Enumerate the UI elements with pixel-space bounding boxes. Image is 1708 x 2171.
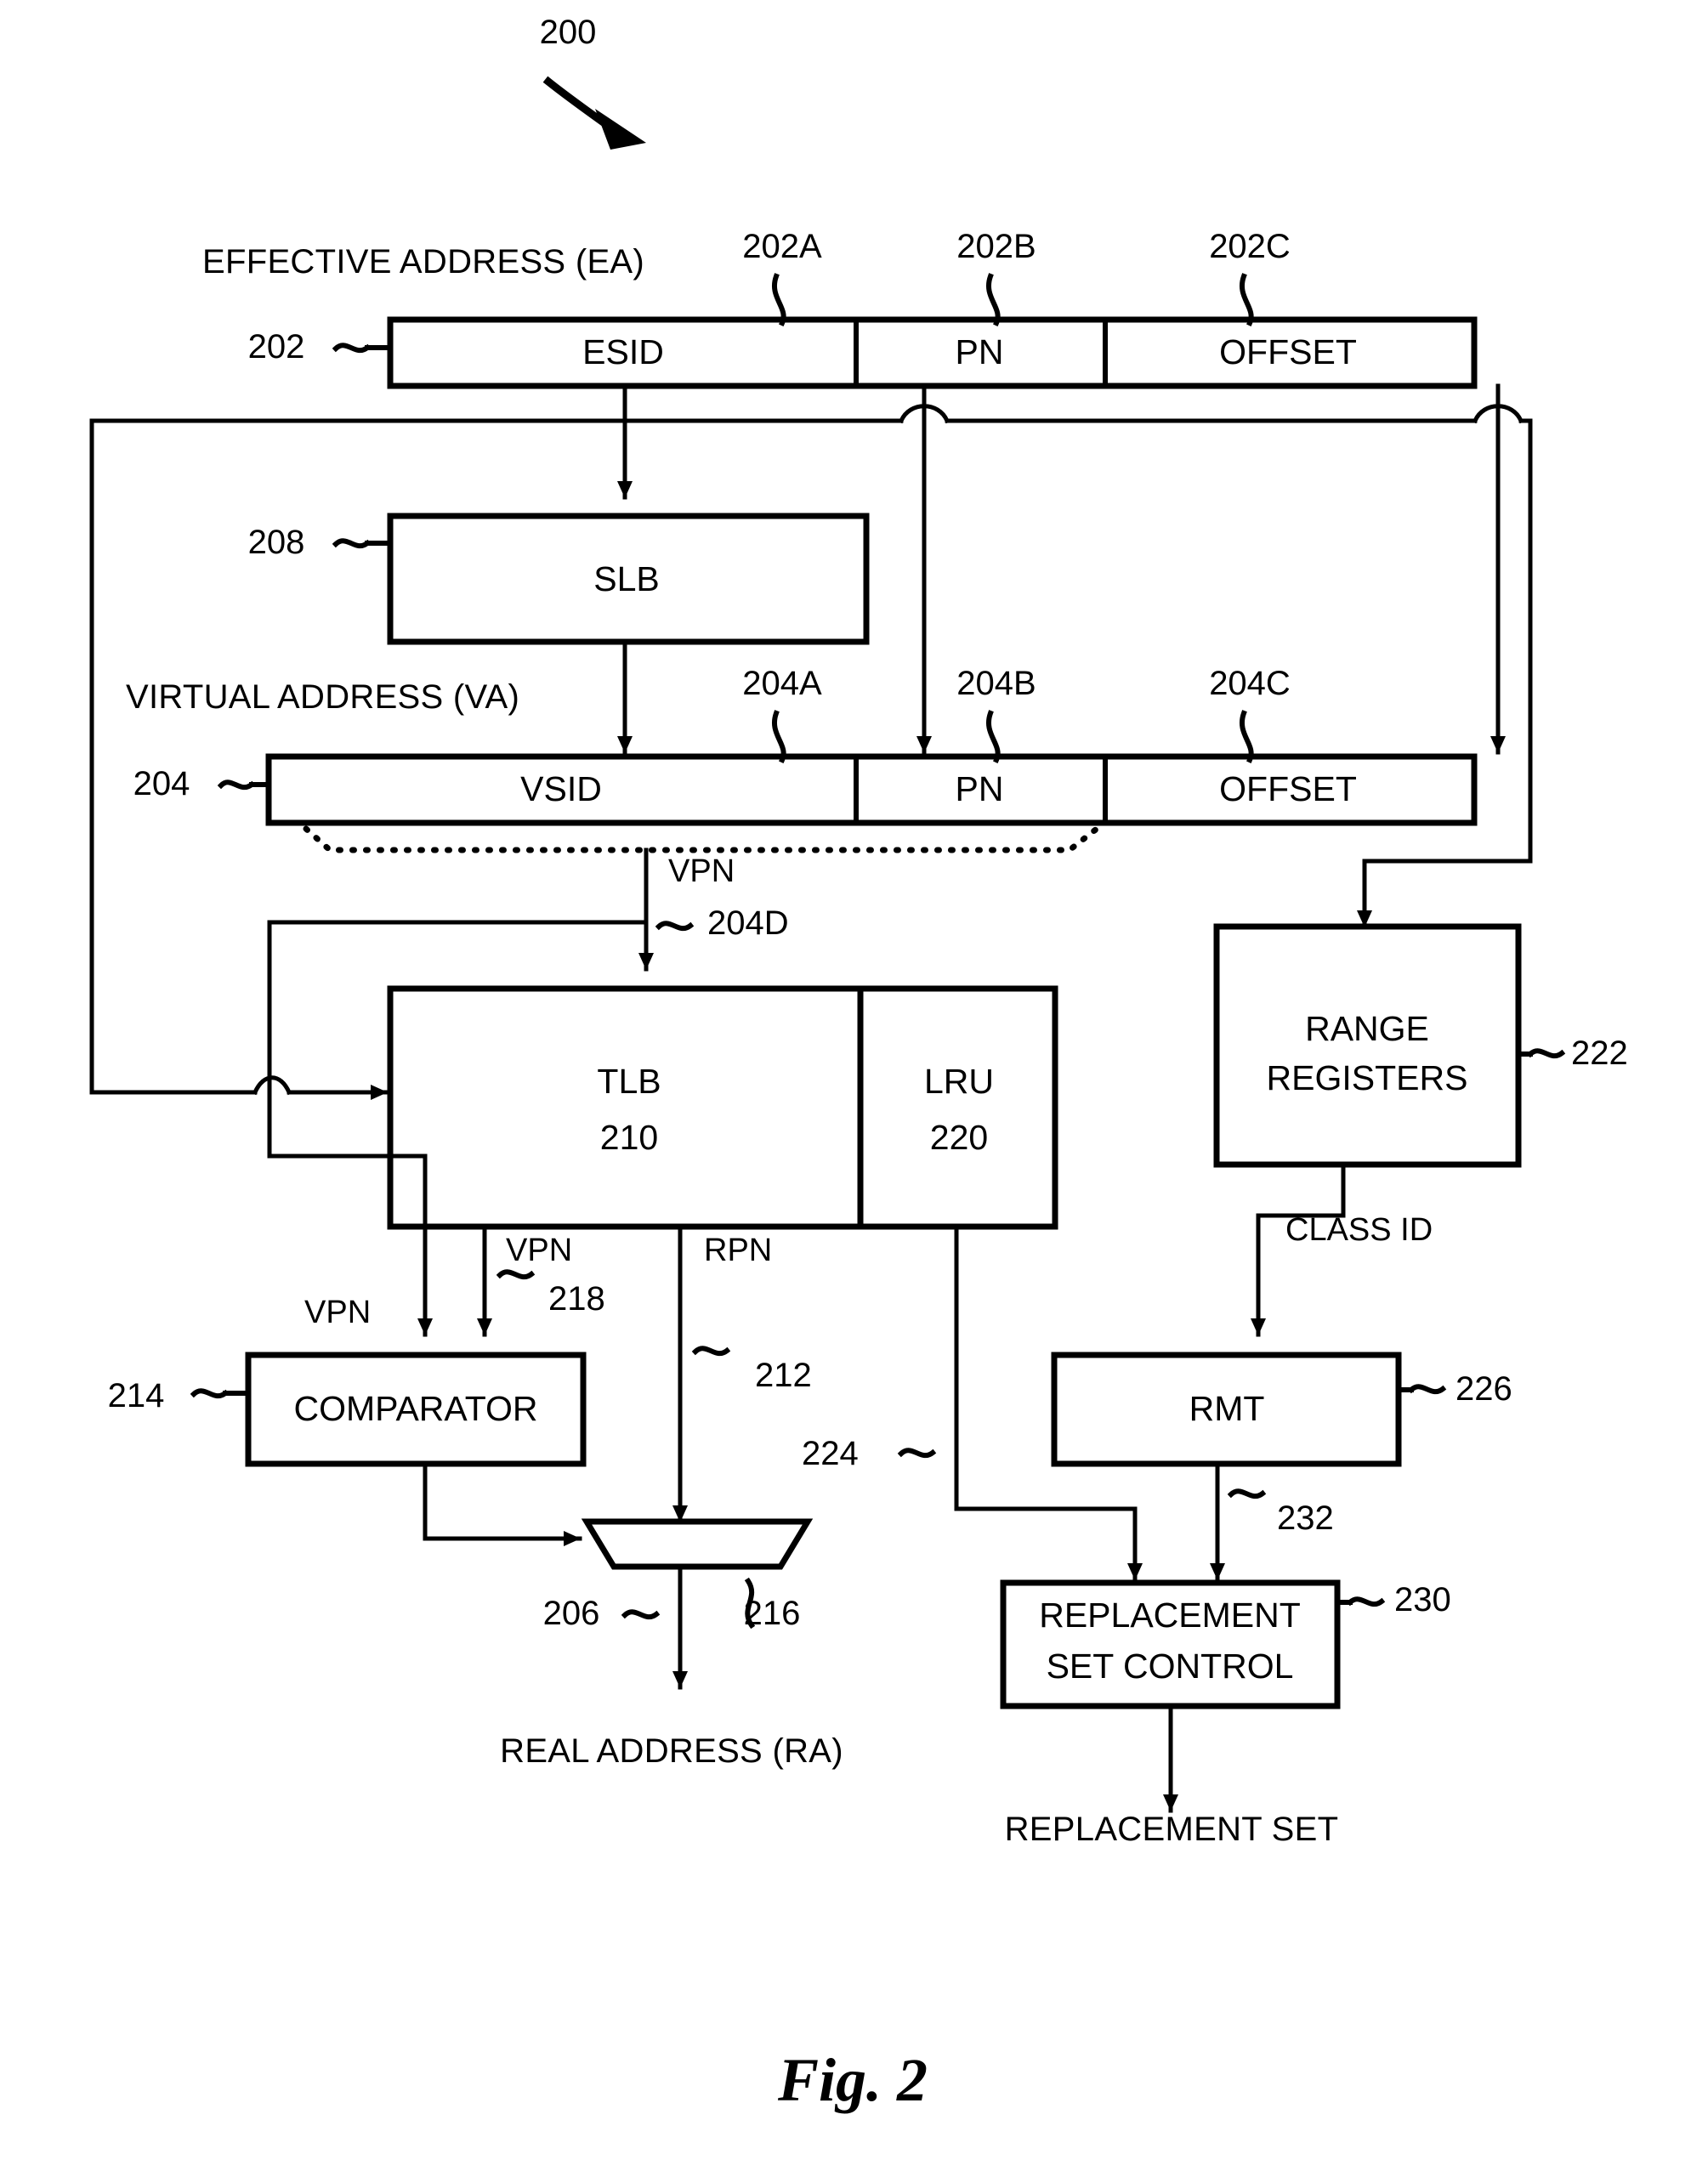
ref-218-squiggle — [496, 1269, 536, 1280]
virtual-address-title: VIRTUAL ADDRESS (VA) — [126, 678, 520, 716]
lru-number: 220 — [929, 1118, 989, 1157]
ref-212-squiggle — [691, 1346, 731, 1357]
ref-214-squiggle — [190, 1388, 230, 1399]
ref-232-squiggle — [1227, 1488, 1267, 1499]
ref-212: 212 — [755, 1357, 812, 1394]
ref-202b: 202B — [956, 228, 1036, 265]
ref-202b-squiggle — [986, 273, 1001, 326]
ref-204: 204 — [133, 765, 190, 802]
va-field-vsid: VSID — [520, 769, 602, 808]
slb-label: SLB — [593, 559, 660, 598]
range-registers-line2: REGISTERS — [1266, 1058, 1468, 1097]
ref-208: 208 — [247, 524, 305, 561]
ref-204b: 204B — [956, 665, 1036, 702]
ref-202a-squiggle — [772, 273, 786, 326]
tlb-number: 210 — [599, 1118, 659, 1157]
effective-address-title: EFFECTIVE ADDRESS (EA) — [202, 243, 645, 281]
ref-226: 226 — [1455, 1370, 1512, 1408]
ref-204-squiggle — [217, 779, 256, 791]
ref-202-squiggle — [332, 343, 372, 354]
ref-204b-squiggle — [986, 710, 1001, 763]
tlb-rpn-out-label: RPN — [704, 1233, 773, 1268]
comparator-label: COMPARATOR — [293, 1389, 538, 1428]
ref-202a: 202A — [742, 228, 822, 265]
ref-202c: 202C — [1209, 228, 1291, 265]
ref-202: 202 — [247, 328, 305, 366]
class-id-label: CLASS ID — [1285, 1212, 1433, 1248]
tlb-vpn-out-label: VPN — [506, 1233, 573, 1268]
rsc-line1: REPLACEMENT — [1039, 1596, 1301, 1635]
ea-field-esid: ESID — [582, 332, 664, 371]
ref-222: 222 — [1571, 1034, 1628, 1072]
system-leader-arrowhead — [595, 109, 646, 150]
rmt-label: RMT — [1189, 1389, 1265, 1428]
ref-208-squiggle — [332, 538, 372, 549]
ref-204c-squiggle — [1240, 710, 1254, 763]
ref-202c-squiggle — [1240, 273, 1254, 326]
system-ref-200: 200 — [539, 14, 597, 51]
tlb-lru-box — [387, 985, 1058, 1230]
mux-shape — [581, 1518, 814, 1570]
vpn-to-comparator-label: VPN — [304, 1295, 372, 1330]
ea-field-pn: PN — [955, 332, 1004, 371]
lru-label: LRU — [923, 1062, 995, 1101]
vpn-dotted-brace — [303, 825, 1100, 853]
ref-216: 216 — [743, 1595, 801, 1632]
ref-204a: 204A — [742, 665, 822, 702]
figure-caption: Fig. 2 — [777, 2046, 928, 2114]
ref-204c: 204C — [1209, 665, 1291, 702]
ref-226-squiggle — [1407, 1384, 1447, 1395]
bus-hop-vpn — [252, 1075, 292, 1096]
va-field-pn: PN — [955, 769, 1004, 808]
patent-figure-2: 200 EFFECTIVE ADDRESS (EA) 202A 202B 202… — [0, 0, 1708, 2171]
ref-206-squiggle — [621, 1609, 661, 1620]
ref-224: 224 — [802, 1435, 859, 1472]
va-field-offset: OFFSET — [1219, 769, 1357, 808]
vpn-signal-label: VPN — [668, 853, 735, 889]
rsc-line2: SET CONTROL — [1046, 1647, 1294, 1686]
ref-204a-squiggle — [772, 710, 786, 763]
ref-230: 230 — [1394, 1581, 1451, 1618]
ref-230-squiggle — [1346, 1596, 1386, 1607]
ref-232: 232 — [1277, 1499, 1334, 1537]
ref-224-squiggle — [897, 1448, 937, 1459]
ref-218: 218 — [548, 1280, 605, 1318]
ref-214: 214 — [107, 1377, 165, 1414]
ref-206: 206 — [542, 1595, 600, 1632]
ref-204d-squiggle — [655, 921, 695, 932]
ref-222-squiggle — [1526, 1048, 1566, 1059]
ea-field-offset: OFFSET — [1219, 332, 1357, 371]
tlb-label: TLB — [597, 1062, 661, 1101]
replacement-set-output-label: REPLACEMENT SET — [1004, 1811, 1339, 1848]
real-address-output-label: REAL ADDRESS (RA) — [500, 1732, 843, 1770]
ref-204d: 204D — [707, 904, 789, 942]
range-registers-line1: RANGE — [1305, 1009, 1429, 1048]
